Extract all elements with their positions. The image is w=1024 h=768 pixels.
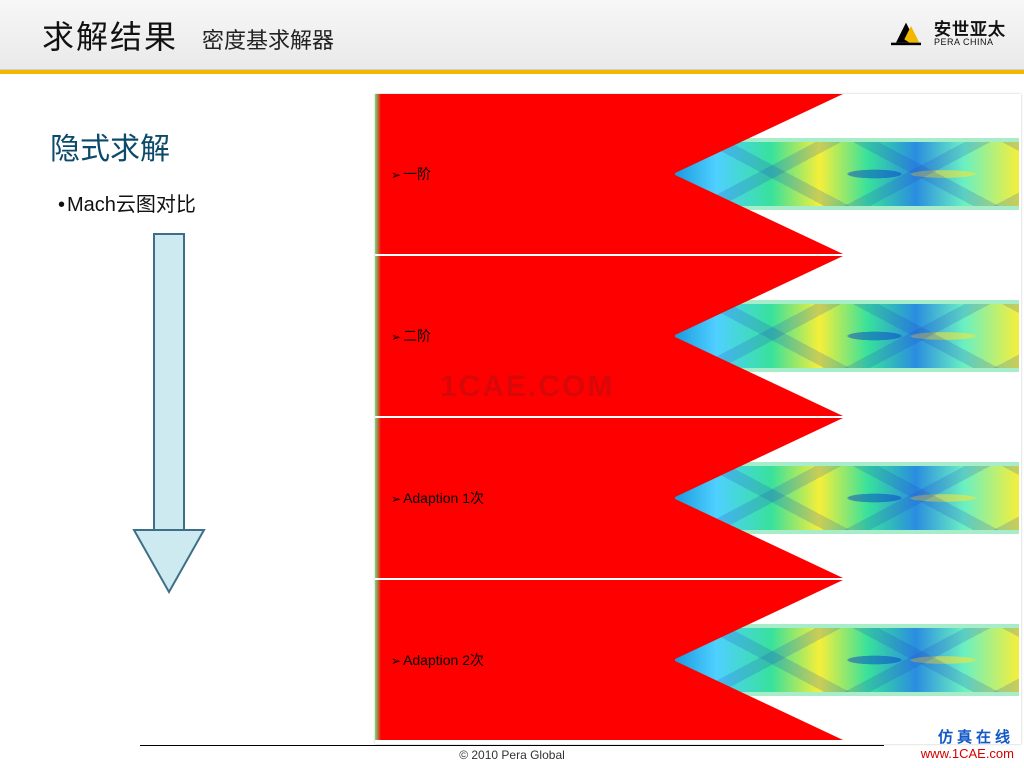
- bullet-text: Mach云图对比: [58, 188, 196, 217]
- brand-name-cn: 安世亚太: [934, 21, 1006, 38]
- site-url: www.1CAE.com: [921, 747, 1014, 762]
- footer-divider: [140, 745, 884, 746]
- site-name-cn: 仿真在线: [921, 730, 1014, 747]
- contour-row: Adaption 2次: [375, 580, 1021, 740]
- contour-row: 一阶: [375, 94, 1021, 254]
- contour-row: 二阶: [375, 256, 1021, 416]
- site-tag: 仿真在线 www.1CAE.com: [921, 730, 1014, 762]
- row-label: Adaption 2次: [391, 650, 484, 670]
- brand-logo-icon: [886, 14, 926, 53]
- page-subtitle: 密度基求解器: [202, 23, 334, 55]
- header-accent-stripe: [0, 70, 1024, 74]
- section-title: 隐式求解: [50, 124, 170, 168]
- brand-name-en: PERA CHINA: [934, 38, 1006, 47]
- contour-row: Adaption 1次: [375, 418, 1021, 578]
- page-title: 求解结果: [42, 12, 178, 58]
- contour-panel: 一阶 二阶 Adaption 1次 Adaption 2次: [375, 94, 1021, 744]
- brand-block: 安世亚太 PERA CHINA: [886, 14, 1006, 53]
- row-label: 一阶: [391, 164, 431, 184]
- footer-copyright: © 2010 Pera Global: [0, 748, 1024, 762]
- down-arrow-icon: [128, 230, 210, 605]
- header-bar: 求解结果 密度基求解器 安世亚太 PERA CHINA: [0, 0, 1024, 70]
- row-label: 二阶: [391, 326, 431, 346]
- row-label: Adaption 1次: [391, 488, 484, 508]
